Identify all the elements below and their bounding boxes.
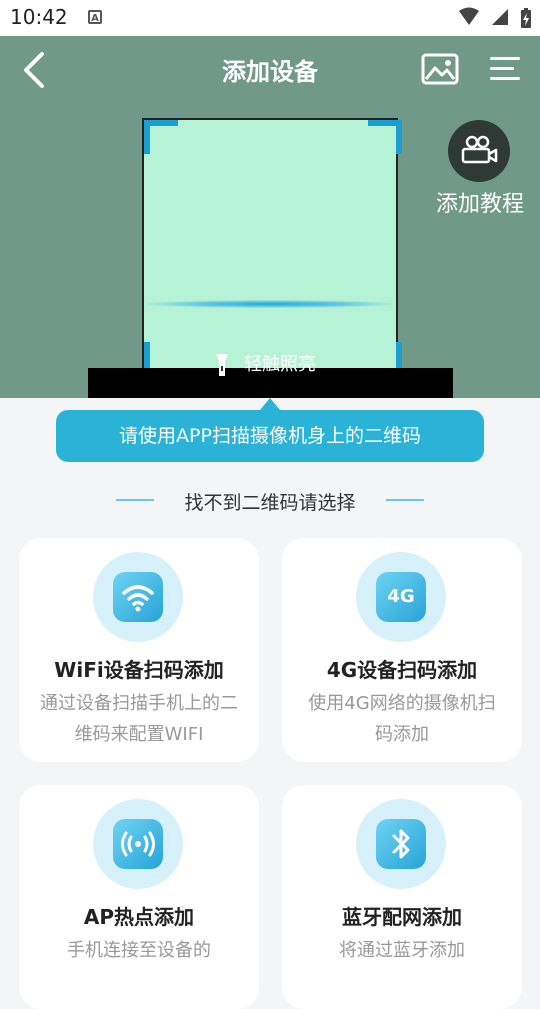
option-desc: 通过设备扫描手机上的二维码来配置WIFI — [40, 693, 238, 745]
option-card-ap-hotspot[interactable]: AP热点添加 手机连接至设备的 — [19, 785, 259, 1009]
menu-icon[interactable] — [488, 54, 524, 84]
section-title: 找不到二维码请选择 — [184, 492, 356, 514]
option-title: AP热点添加 — [83, 905, 195, 929]
option-card-bluetooth[interactable]: 蓝牙配网添加 将通过蓝牙添加 — [282, 785, 522, 1009]
option-card-4g[interactable]: 4G 4G设备扫码添加 使用4G网络的摄像机扫码添加 — [282, 538, 522, 762]
bluetooth-icon — [392, 829, 410, 859]
option-desc: 使用4G网络的摄像机扫码添加 — [308, 693, 496, 745]
wifi-icon-badge — [93, 552, 183, 642]
4g-icon: 4G — [387, 586, 415, 607]
option-card-wifi[interactable]: WiFi设备扫码添加 通过设备扫描手机上的二维码来配置WIFI — [19, 538, 259, 762]
option-title: 4G设备扫码添加 — [326, 658, 478, 682]
tutorial-button[interactable] — [448, 120, 510, 182]
system-icons — [458, 7, 532, 29]
option-desc: 将通过蓝牙添加 — [339, 940, 465, 961]
option-title: WiFi设备扫码添加 — [54, 658, 224, 682]
divider-line-right — [386, 499, 424, 501]
section-divider: 找不到二维码请选择 — [0, 486, 540, 516]
tip-arrow — [260, 398, 280, 410]
option-title: 蓝牙配网添加 — [342, 905, 462, 929]
hotspot-icon — [121, 831, 155, 857]
battery-charging-icon — [521, 8, 531, 28]
notification-a-icon: A — [88, 10, 102, 24]
qr-scan-frame — [142, 118, 398, 372]
scan-corner-top-right — [368, 120, 402, 154]
gallery-icon[interactable] — [420, 52, 460, 86]
status-time: 10:42 — [10, 5, 68, 29]
hotspot-icon-badge — [93, 799, 183, 889]
scan-tip: 请使用APP扫描摄像机身上的二维码 — [56, 410, 484, 462]
video-tutorial-icon — [461, 135, 498, 164]
status-bar: 10:42 A — [0, 0, 540, 36]
scan-line — [146, 300, 394, 308]
torch-label[interactable]: 轻触照亮 — [244, 350, 316, 376]
option-desc: 手机连接至设备的 — [67, 940, 211, 961]
wifi-signal-icon — [459, 7, 479, 25]
bluetooth-icon-badge — [356, 799, 446, 889]
scan-corner-top-left — [144, 120, 178, 154]
tutorial-label[interactable]: 添加教程 — [428, 186, 532, 218]
wifi-icon — [122, 585, 154, 612]
4g-icon-badge: 4G — [356, 552, 446, 642]
cell-signal-icon — [492, 9, 508, 25]
flashlight-icon[interactable] — [214, 352, 230, 378]
